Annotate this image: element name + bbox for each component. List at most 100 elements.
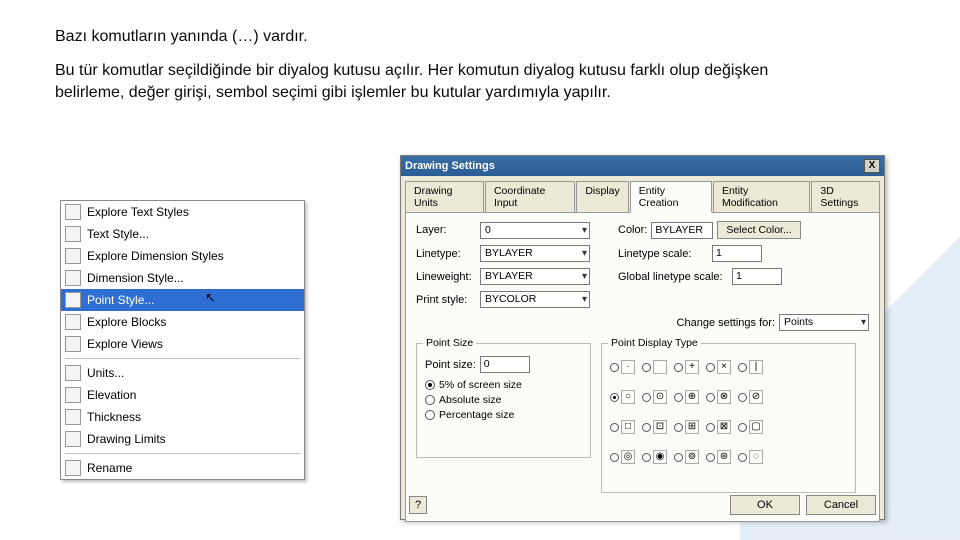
radio-dot-icon: [610, 393, 619, 402]
point-type-option[interactable]: ▢: [738, 414, 766, 440]
point-symbol-icon: ⊘: [749, 390, 763, 404]
point-type-option[interactable]: ⊛: [706, 444, 734, 470]
point-type-option[interactable]: |: [738, 354, 766, 380]
menu-item[interactable]: Explore Dimension Styles: [61, 245, 304, 267]
paragraph-2: Bu tür komutlar seçildiğinde bir diyalog…: [55, 60, 825, 103]
point-type-option[interactable]: ⊕: [674, 384, 702, 410]
point-symbol-icon: ◌: [749, 450, 763, 464]
dialog-footer: ? OK Cancel: [401, 491, 884, 519]
point-type-option[interactable]: ⊠: [706, 414, 734, 440]
point-type-option[interactable]: [642, 354, 670, 380]
radio-dot-icon: [674, 363, 683, 372]
lineweight-label: Lineweight:: [416, 271, 476, 283]
point-size-label: Point size:: [425, 359, 476, 371]
menu-item[interactable]: Text Style...: [61, 223, 304, 245]
menu-item-label: Dimension Style...: [87, 271, 184, 285]
tab[interactable]: Coordinate Input: [485, 181, 575, 213]
gltscale-input[interactable]: 1: [732, 268, 782, 285]
radio-dot-icon: [674, 423, 683, 432]
point-display-title: Point Display Type: [608, 337, 701, 349]
context-menu: Explore Text StylesText Style...Explore …: [60, 200, 305, 480]
radio-percentage[interactable]: Percentage size: [425, 409, 582, 421]
help-button[interactable]: ?: [409, 496, 427, 514]
point-type-option[interactable]: ⊘: [738, 384, 766, 410]
point-symbol-icon: ⊙: [653, 390, 667, 404]
point-type-option[interactable]: +: [674, 354, 702, 380]
menu-item-icon: [65, 292, 81, 308]
point-symbol-icon: □: [621, 420, 635, 434]
lineweight-combo[interactable]: BYLAYER: [480, 268, 590, 285]
ltscale-input[interactable]: 1: [712, 245, 762, 262]
menu-item-icon: [65, 431, 81, 447]
menu-item[interactable]: Explore Text Styles: [61, 201, 304, 223]
point-type-option[interactable]: ◌: [738, 444, 766, 470]
menu-item-label: Thickness: [87, 410, 141, 424]
menu-item[interactable]: Point Style...: [61, 289, 304, 311]
tab[interactable]: Entity Modification: [713, 181, 810, 213]
menu-item-label: Units...: [87, 366, 124, 380]
point-type-option[interactable]: ⊡: [642, 414, 670, 440]
radio-dot-icon: [642, 363, 651, 372]
point-type-option[interactable]: ◉: [642, 444, 670, 470]
radio-dot-icon: [738, 393, 747, 402]
point-symbol-icon: ○: [621, 390, 635, 404]
radio-dot-icon: [674, 393, 683, 402]
menu-item-icon: [65, 365, 81, 381]
menu-item[interactable]: Explore Views: [61, 333, 304, 355]
radio-dot-icon: [610, 453, 619, 462]
menu-item-label: Rename: [87, 461, 132, 475]
menu-item-icon: [65, 314, 81, 330]
radio-dot-icon: [642, 453, 651, 462]
select-color-button[interactable]: Select Color...: [717, 221, 800, 239]
tab[interactable]: Entity Creation: [630, 181, 712, 213]
paragraph-1: Bazı komutların yanında (…) vardır.: [55, 28, 825, 46]
menu-item[interactable]: Elevation: [61, 384, 304, 406]
tab[interactable]: Display: [576, 181, 628, 213]
point-type-option[interactable]: □: [610, 414, 638, 440]
point-size-group: Point Size Point size: 0 5% of screen si…: [416, 343, 591, 458]
point-type-option[interactable]: ◎: [610, 444, 638, 470]
layer-combo[interactable]: 0: [480, 222, 590, 239]
printstyle-combo[interactable]: BYCOLOR: [480, 291, 590, 308]
radio-screen-pct[interactable]: 5% of screen size: [425, 379, 582, 391]
point-type-option[interactable]: ○: [610, 384, 638, 410]
point-symbol-icon: ◎: [621, 450, 635, 464]
point-symbol-icon: [653, 360, 667, 374]
radio-dot-icon: [706, 423, 715, 432]
color-label: Color:: [618, 224, 647, 236]
menu-item[interactable]: Rename: [61, 457, 304, 479]
menu-item[interactable]: Thickness: [61, 406, 304, 428]
dialog-tabs: Drawing UnitsCoordinate InputDisplayEnti…: [401, 176, 884, 212]
point-type-option[interactable]: ⊚: [674, 444, 702, 470]
layer-label: Layer:: [416, 224, 476, 236]
tab[interactable]: Drawing Units: [405, 181, 484, 213]
menu-item[interactable]: Dimension Style...: [61, 267, 304, 289]
menu-item[interactable]: Units...: [61, 362, 304, 384]
printstyle-label: Print style:: [416, 294, 476, 306]
close-button[interactable]: X: [864, 159, 880, 173]
radio-dot-icon: [425, 395, 435, 405]
dialog-titlebar[interactable]: Drawing Settings X: [401, 156, 884, 176]
menu-item-label: Explore Views: [87, 337, 163, 351]
point-type-option[interactable]: ×: [706, 354, 734, 380]
ltscale-label: Linetype scale:: [618, 248, 708, 260]
point-size-input[interactable]: 0: [480, 356, 530, 373]
radio-absolute[interactable]: Absolute size: [425, 394, 582, 406]
color-value: BYLAYER: [651, 222, 713, 239]
point-symbol-icon: ⊚: [685, 450, 699, 464]
point-type-option[interactable]: ·: [610, 354, 638, 380]
point-type-option[interactable]: ⊞: [674, 414, 702, 440]
radio-dot-icon: [425, 380, 435, 390]
cancel-button[interactable]: Cancel: [806, 495, 876, 515]
linetype-combo[interactable]: BYLAYER: [480, 245, 590, 262]
tab[interactable]: 3D Settings: [811, 181, 880, 213]
ok-button[interactable]: OK: [730, 495, 800, 515]
change-settings-combo[interactable]: Points: [779, 314, 869, 331]
menu-item-label: Elevation: [87, 388, 136, 402]
point-type-option[interactable]: ⊙: [642, 384, 670, 410]
menu-item[interactable]: Drawing Limits: [61, 428, 304, 450]
point-symbol-icon: ⊞: [685, 420, 699, 434]
menu-item[interactable]: Explore Blocks: [61, 311, 304, 333]
point-symbol-icon: ⊕: [685, 390, 699, 404]
point-type-option[interactable]: ⊗: [706, 384, 734, 410]
